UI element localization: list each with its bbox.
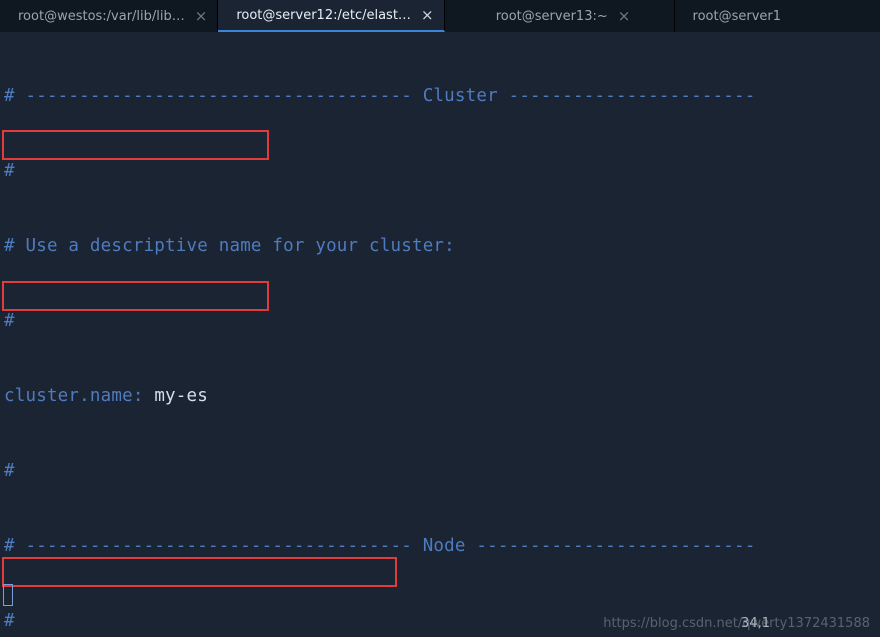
- comment-line: #: [4, 611, 15, 631]
- cursor-position: 34,1: [741, 616, 770, 631]
- tab-label: root@server12:/etc/elast…: [236, 8, 411, 23]
- comment-line: #: [4, 461, 15, 481]
- tab-bar: root@westos:/var/lib/lib… × root@server1…: [0, 0, 880, 32]
- tab-server12[interactable]: root@server12:/etc/elast… ×: [218, 0, 444, 32]
- editor-area[interactable]: # ------------------------------------ C…: [0, 32, 880, 637]
- status-bar: 34,1: [733, 616, 770, 631]
- tab-label: root@server1: [693, 9, 782, 24]
- comment-line: #: [4, 311, 15, 331]
- config-value-cluster-name: my-es: [144, 386, 208, 406]
- tab-server1-partial[interactable]: root@server1: [675, 0, 792, 32]
- close-icon[interactable]: ×: [195, 9, 208, 24]
- tab-label: root@westos:/var/lib/lib…: [18, 9, 185, 24]
- close-icon[interactable]: ×: [618, 9, 631, 24]
- comment-line: #: [4, 161, 15, 181]
- tab-label: root@server13:~: [496, 9, 608, 24]
- tab-westos[interactable]: root@westos:/var/lib/lib… ×: [0, 0, 218, 32]
- close-icon[interactable]: ×: [421, 8, 434, 23]
- comment-line: # ------------------------------------ C…: [4, 86, 756, 106]
- comment-line: # ------------------------------------ N…: [4, 536, 756, 556]
- comment-line: # Use a descriptive name for your cluste…: [4, 236, 455, 256]
- config-key-cluster-name: cluster.name:: [4, 386, 144, 406]
- tab-server13[interactable]: root@server13:~ ×: [445, 0, 675, 32]
